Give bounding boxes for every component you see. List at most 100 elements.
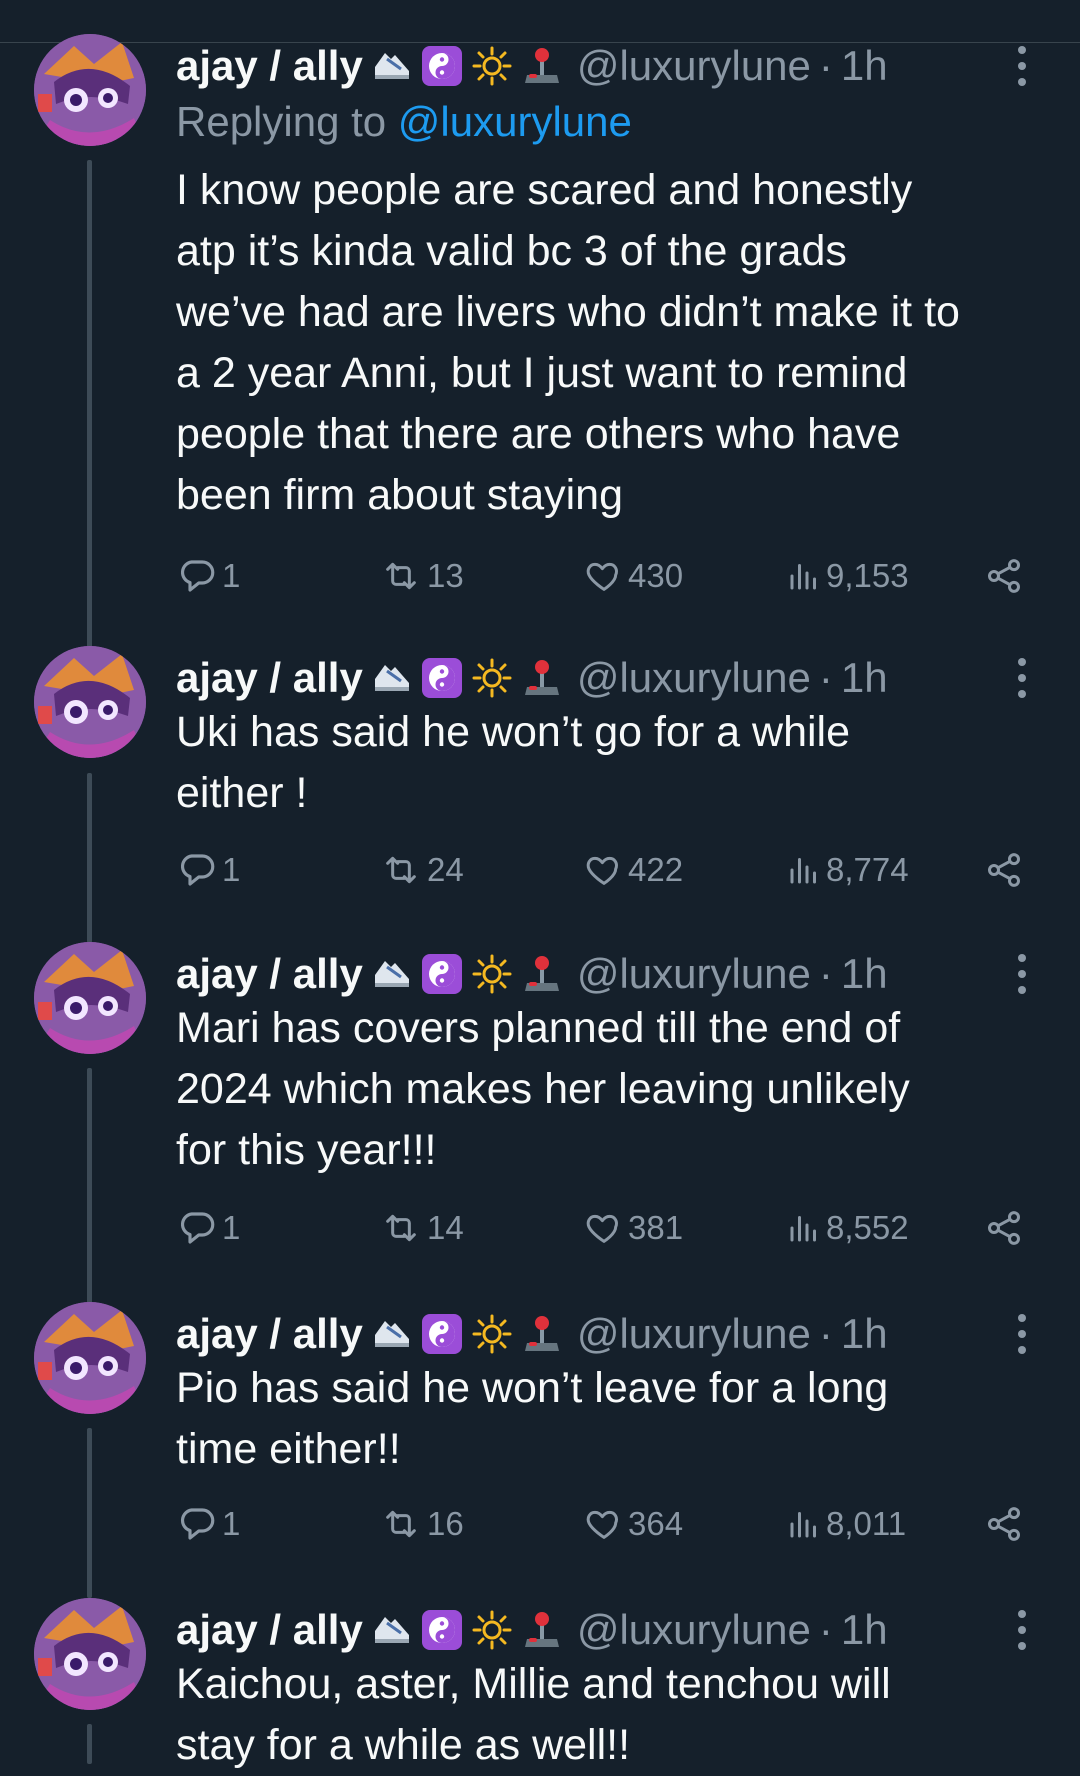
tweet-text-line: Pio has said he won’t leave for a long — [176, 1364, 889, 1412]
yin-yang-icon — [421, 45, 463, 87]
views-button[interactable]: 9,153 — [786, 551, 909, 601]
like-button[interactable]: 381 — [584, 1203, 683, 1253]
views-button[interactable]: 8,552 — [786, 1203, 909, 1253]
tweet[interactable]: ajay / ally @luxurylune · 1h Replying to… — [0, 34, 1080, 594]
heart-icon — [586, 562, 618, 591]
running-shoe-icon — [371, 953, 413, 995]
tweet-header: ajay / ally @luxurylune · 1h — [176, 1302, 1080, 1366]
reply-count: 1 — [222, 851, 241, 888]
tweet-text: Uki has said he won’t go for a while eit… — [176, 702, 1030, 824]
retweet-button[interactable]: 14 — [379, 1203, 464, 1253]
tweet-text-line: people that there are others who have — [176, 410, 901, 458]
timestamp[interactable]: 1h — [841, 1606, 888, 1654]
views-count: 8,011 — [826, 1505, 907, 1542]
tweet-text: Kaichou, aster, Millie and tenchou will … — [176, 1654, 1030, 1776]
share-button[interactable] — [984, 1499, 1024, 1549]
running-shoe-icon — [371, 1609, 413, 1651]
author-handle[interactable]: @luxurylune — [577, 42, 811, 90]
more-options-icon[interactable] — [1012, 1312, 1032, 1356]
like-count: 430 — [628, 557, 684, 594]
author-handle[interactable]: @luxurylune — [577, 1310, 811, 1358]
share-icon — [987, 1211, 1021, 1245]
action-bar: 1 16 364 8,011 — [176, 1499, 1080, 1549]
reply-icon — [180, 854, 215, 886]
sun-icon — [471, 1609, 513, 1651]
replying-mention[interactable]: @luxurylune — [398, 98, 632, 145]
like-button[interactable]: 422 — [584, 845, 683, 895]
author-handle[interactable]: @luxurylune — [577, 950, 811, 998]
more-options-icon[interactable] — [1012, 44, 1032, 88]
action-bar: 1 24 422 8,774 — [176, 845, 1080, 895]
reply-button[interactable]: 1 — [176, 1203, 240, 1253]
retweet-button[interactable]: 24 — [379, 845, 464, 895]
timestamp[interactable]: 1h — [841, 1310, 888, 1358]
like-button[interactable]: 364 — [584, 1499, 683, 1549]
tweet[interactable]: ajay / ally @luxurylune · 1h Pio has sai… — [0, 1302, 1080, 1562]
avatar[interactable] — [34, 1598, 146, 1710]
reply-button[interactable]: 1 — [176, 845, 240, 895]
running-shoe-icon — [371, 657, 413, 699]
separator-dot: · — [818, 1606, 833, 1653]
analytics-icon — [790, 858, 816, 884]
separator-dot: · — [818, 950, 833, 997]
replying-to: Replying to @luxurylune — [176, 98, 632, 146]
like-count: 381 — [628, 1209, 684, 1246]
share-button[interactable] — [984, 1203, 1024, 1253]
more-options-icon[interactable] — [1012, 656, 1032, 700]
action-bar: 1 14 381 8,552 — [176, 1203, 1080, 1253]
analytics-icon — [790, 1216, 816, 1242]
display-name[interactable]: ajay / ally — [176, 950, 363, 998]
avatar-image — [34, 942, 146, 1054]
avatar[interactable] — [34, 34, 146, 146]
running-shoe-icon — [371, 1313, 413, 1355]
reply-count: 1 — [222, 1505, 241, 1542]
retweet-button[interactable]: 13 — [379, 551, 464, 601]
views-button[interactable]: 8,774 — [786, 845, 909, 895]
tweet-text: Mari has covers planned till the end of … — [176, 998, 1030, 1181]
tweet-text-line: Mari has covers planned till the end of — [176, 1004, 901, 1052]
share-icon — [987, 1507, 1021, 1541]
like-button[interactable]: 430 — [584, 551, 683, 601]
share-button[interactable] — [984, 551, 1024, 601]
yin-yang-icon — [421, 1313, 463, 1355]
tweet-text-line: we’ve had are livers who didn’t make it … — [176, 288, 960, 336]
avatar-image — [34, 1598, 146, 1710]
avatar[interactable] — [34, 942, 146, 1054]
views-count: 8,774 — [826, 851, 909, 888]
tweet[interactable]: ajay / ally @luxurylune · 1h Mari has co… — [0, 942, 1080, 1262]
more-options-icon[interactable] — [1012, 1608, 1032, 1652]
reply-count: 1 — [222, 1209, 241, 1246]
heart-icon — [586, 1510, 618, 1539]
reply-button[interactable]: 1 — [176, 551, 240, 601]
display-name[interactable]: ajay / ally — [176, 1310, 363, 1358]
retweet-button[interactable]: 16 — [379, 1499, 464, 1549]
tweet[interactable]: ajay / ally @luxurylune · 1h Uki has sai… — [0, 646, 1080, 906]
reply-count: 1 — [222, 557, 241, 594]
tweet-text-line: Uki has said he won’t go for a while — [176, 708, 851, 756]
display-name[interactable]: ajay / ally — [176, 1606, 363, 1654]
joystick-icon — [521, 1313, 563, 1355]
share-button[interactable] — [984, 845, 1024, 895]
timestamp[interactable]: 1h — [841, 42, 888, 90]
author-handle[interactable]: @luxurylune — [577, 1606, 811, 1654]
share-icon — [987, 853, 1021, 887]
more-options-icon[interactable] — [1012, 952, 1032, 996]
heart-icon — [586, 1214, 618, 1243]
tweet[interactable]: ajay / ally @luxurylune · 1h Kaichou, as… — [0, 1598, 1080, 1769]
tweet-header: ajay / ally @luxurylune · 1h — [176, 1598, 1080, 1662]
views-button[interactable]: 8,011 — [786, 1499, 906, 1549]
reply-button[interactable]: 1 — [176, 1499, 240, 1549]
display-name[interactable]: ajay / ally — [176, 42, 363, 90]
tweet-header: ajay / ally @luxurylune · 1h — [176, 942, 1080, 1006]
yin-yang-icon — [421, 1609, 463, 1651]
avatar[interactable] — [34, 1302, 146, 1414]
author-handle[interactable]: @luxurylune — [577, 654, 811, 702]
timestamp[interactable]: 1h — [841, 654, 888, 702]
timestamp[interactable]: 1h — [841, 950, 888, 998]
tweet-header: ajay / ally @luxurylune · 1h — [176, 34, 1080, 98]
retweet-count: 13 — [427, 557, 464, 594]
display-name[interactable]: ajay / ally — [176, 654, 363, 702]
avatar[interactable] — [34, 646, 146, 758]
share-icon — [987, 559, 1021, 593]
reply-icon — [180, 1508, 215, 1540]
